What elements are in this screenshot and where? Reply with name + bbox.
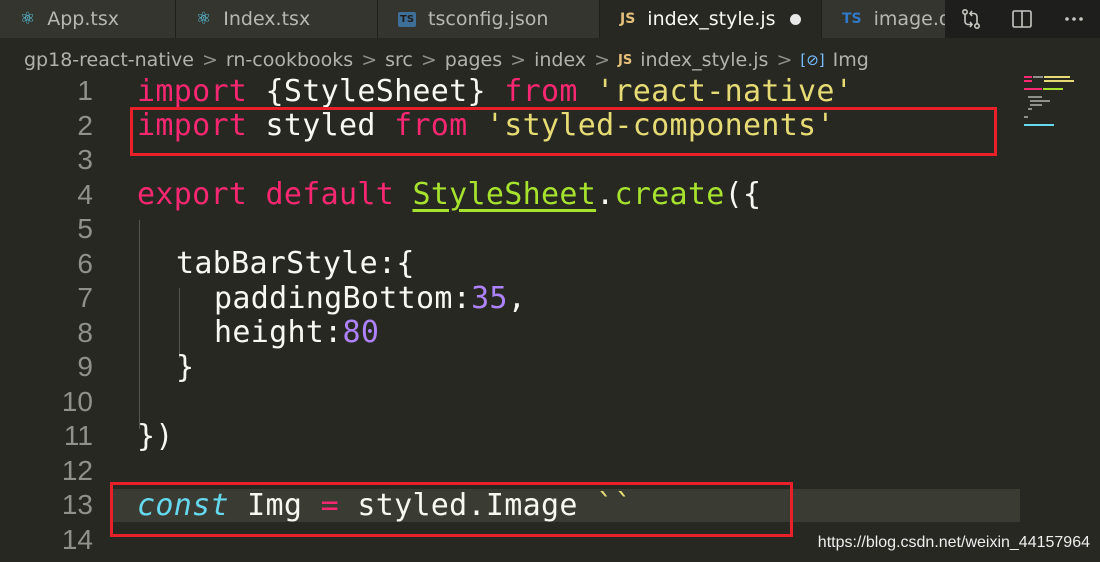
line-number: 4 [77,178,93,210]
breadcrumb-item-project[interactable]: gp18-react-native [24,49,194,71]
more-actions-icon[interactable] [1062,7,1086,31]
tab-label: tsconfig.json [428,8,549,30]
code-text: paddingBottom:35, [214,280,527,316]
unsaved-dot-icon[interactable] [789,13,801,25]
breadcrumb-item-file[interactable]: index_style.js [640,49,768,71]
tab-image-d-ts[interactable]: TS image.d [822,0,946,38]
breadcrumb-item-rn-cookbooks[interactable]: rn-cookbooks [226,49,353,71]
code-line[interactable]: 10 [0,385,1020,420]
code-text: export default StyleSheet.create({ [137,177,762,213]
tab-index-tsx[interactable]: ⚛ Index.tsx [176,0,378,38]
js-icon: JS [620,11,636,27]
react-icon: ⚛ [20,9,36,29]
breadcrumb-separator: > [510,49,527,71]
symbol-variable-icon: [⊘] [800,51,825,69]
minimap[interactable] [1020,74,1100,562]
js-icon: JS [617,52,633,68]
code-line[interactable]: 5 [0,212,1020,247]
breadcrumb-separator: > [776,49,793,71]
code-line[interactable]: 6 tabBarStyle:{ [0,246,1020,282]
line-number: 6 [77,247,93,279]
tab-tsconfig-json[interactable]: TS tsconfig.json [378,0,600,38]
code-line[interactable]: 11 }) [0,419,1020,454]
watermark-text: https://blog.csdn.net/weixin_44157964 [817,534,1090,551]
line-number: 11 [63,420,93,452]
ts-icon: TS [842,11,862,27]
tab-label: App.tsx [47,8,120,30]
split-editor-icon[interactable] [1010,7,1034,31]
breadcrumb-separator: > [594,49,610,71]
line-number: 10 [61,385,93,417]
line-number: 14 [61,523,93,555]
code-line[interactable]: 7 paddingBottom:35, [0,281,1020,316]
line-number: 2 [77,109,93,141]
line-number: 9 [77,351,93,383]
code-line[interactable]: 8 height:80 [0,315,1020,351]
annotation-box-const-img [110,482,793,537]
code-text: } [176,349,195,385]
editor-tab-bar: ⚛ App.tsx ⚛ Index.tsx TS tsconfig.json J… [0,0,1100,38]
compare-changes-icon[interactable] [959,7,983,31]
breadcrumb-item-index[interactable]: index [534,49,586,71]
line-number: 12 [61,454,93,486]
annotation-box-import-styled [130,107,997,156]
tab-label: image.d [873,8,946,30]
tab-label: index_style.js [647,8,776,30]
line-number: 5 [77,213,93,245]
line-number: 8 [77,316,93,348]
code-line[interactable]: 1 import {StyleSheet} from 'react-native… [0,74,1020,109]
tab-index-style-js[interactable]: JS index_style.js [600,0,822,38]
line-number: 1 [77,75,93,107]
breadcrumb-item-pages[interactable]: pages [445,49,502,71]
code-line[interactable]: 4 export default StyleSheet.create({ [0,177,1020,213]
breadcrumb: gp18-react-native > rn-cookbooks > src >… [0,42,1010,78]
code-text: tabBarStyle:{ [176,246,415,282]
breadcrumb-separator: > [361,49,378,71]
tab-app-tsx[interactable]: ⚛ App.tsx [0,0,176,38]
line-number: 13 [61,489,93,521]
breadcrumb-separator: > [420,49,437,71]
code-text: }) [137,418,174,454]
code-line[interactable]: 9 } [0,350,1020,385]
editor-actions [945,0,1100,38]
breadcrumb-item-src[interactable]: src [385,49,413,71]
react-icon: ⚛ [196,9,212,29]
code-text: height:80 [214,315,380,351]
tab-label: Index.tsx [223,8,311,30]
code-text: import {StyleSheet} from 'react-native' [137,73,854,109]
ts-icon: TS [398,11,417,27]
line-number: 7 [77,282,93,314]
breadcrumb-separator: > [201,49,218,71]
breadcrumb-item-symbol[interactable]: Img [833,49,869,71]
line-number: 3 [77,144,93,176]
